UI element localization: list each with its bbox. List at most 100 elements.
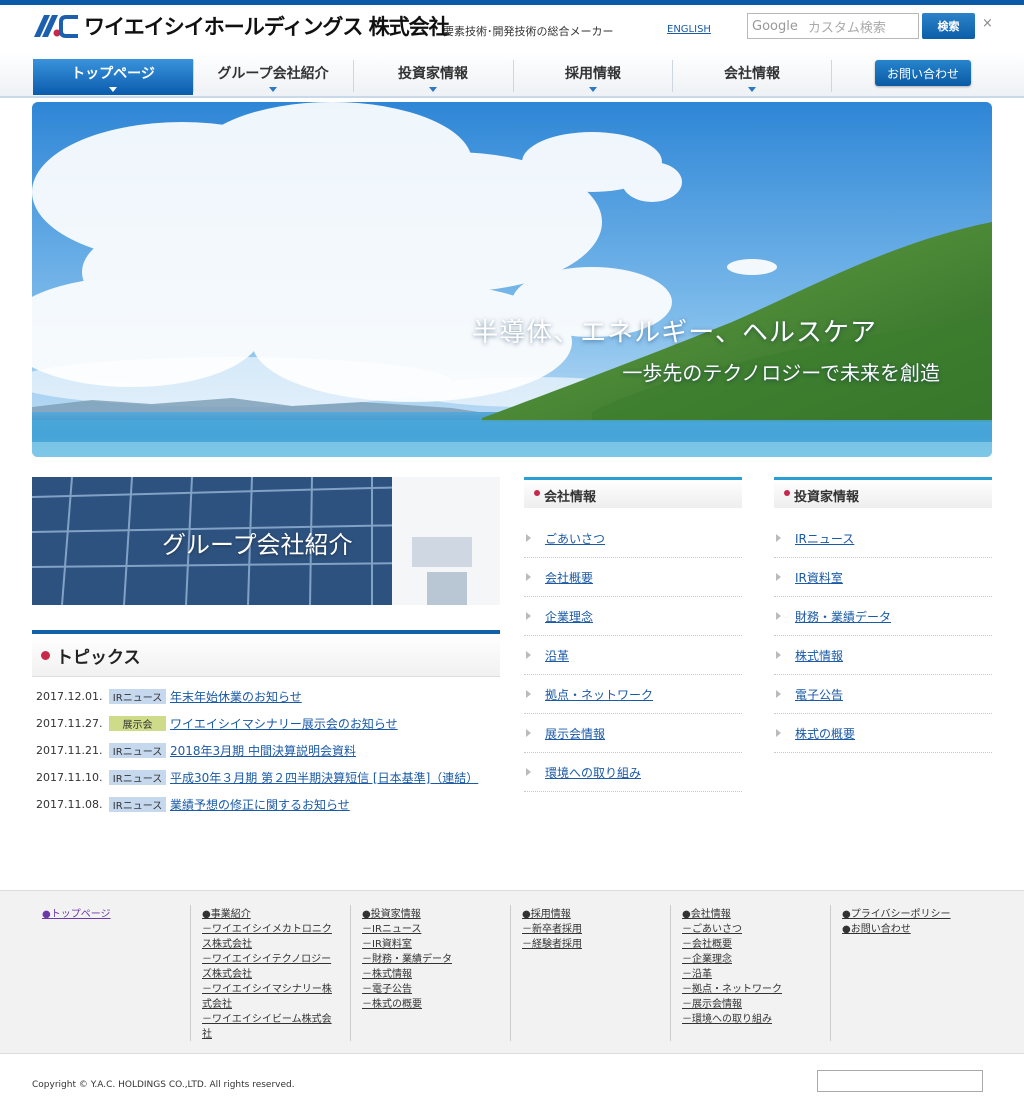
logo-text: ワイエイシイホールディングス 株式会社 (84, 15, 450, 39)
topic-item: 2017.11.08. IRニュース 業績予想の修正に関するお知らせ (36, 796, 350, 812)
close-icon[interactable]: × (982, 16, 993, 31)
company-info-item[interactable]: 拠点・ネットワーク (524, 675, 742, 714)
nav-top-page[interactable]: トップページ (33, 59, 193, 95)
footer-link[interactable]: －ワイエイシイメカトロニクス株式会社 (202, 922, 340, 952)
investor-info-link[interactable]: 電子公告 (795, 686, 843, 703)
triangle-right-icon (526, 534, 531, 542)
topic-date: 2017.11.27. (36, 716, 103, 730)
footer-link[interactable]: ●お問い合わせ (842, 922, 992, 937)
nav-company-info[interactable]: 会社情報 (672, 59, 832, 95)
footer-link[interactable]: －IRニュース (362, 922, 512, 937)
company-info-link[interactable]: 沿革 (545, 647, 569, 664)
nav-investor-info[interactable]: 投資家情報 (353, 59, 513, 95)
footer-link[interactable]: －電子公告 (362, 982, 512, 997)
footer-link[interactable]: －環境への取り組み (682, 1012, 832, 1027)
footer-link[interactable]: －拠点・ネットワーク (682, 982, 832, 997)
footer-link[interactable]: －ワイエイシイビーム株式会社 (202, 1012, 340, 1042)
investor-info-link[interactable]: 株式情報 (795, 647, 843, 664)
bullet-dot-icon (534, 490, 540, 496)
investor-info-item[interactable]: IR資料室 (774, 558, 992, 597)
company-info-item[interactable]: 環境への取り組み (524, 753, 742, 792)
investor-info-item[interactable]: 電子公告 (774, 675, 992, 714)
company-info-item[interactable]: 会社概要 (524, 558, 742, 597)
footer-link[interactable]: ●投資家情報 (362, 907, 512, 922)
google-brand-label: Google (752, 18, 798, 34)
topic-link[interactable]: 平成30年３月期 第２四半期決算短信 [日本基準]（連結） (170, 769, 478, 786)
footer-col-recruit: ●採用情報 －新卒者採用 －経験者採用 (522, 907, 672, 952)
nav-group-companies[interactable]: グループ会社紹介 (193, 59, 353, 95)
investor-info-item[interactable]: 株式情報 (774, 636, 992, 675)
topic-tag: 展示会 (109, 715, 166, 731)
footer-link[interactable]: －財務・業績データ (362, 952, 512, 967)
english-link[interactable]: ENGLISH (667, 24, 711, 35)
footer-link[interactable]: ●トップページ (42, 907, 192, 922)
triangle-right-icon (526, 729, 531, 737)
investor-info-link[interactable]: 株式の概要 (795, 725, 855, 742)
group-companies-banner[interactable]: グループ会社紹介 (32, 477, 500, 605)
site-footer: ●トップページ ●事業紹介 －ワイエイシイメカトロニクス株式会社 －ワイエイシイ… (0, 890, 1024, 1054)
footer-link[interactable]: －経験者採用 (522, 937, 672, 952)
triangle-right-icon (526, 612, 531, 620)
bullet-dot-icon (41, 651, 50, 660)
investor-info-item[interactable]: 株式の概要 (774, 714, 992, 753)
topic-link[interactable]: 業績予想の修正に関するお知らせ (170, 796, 350, 813)
company-info-link[interactable]: 拠点・ネットワーク (545, 686, 653, 703)
investor-info-item[interactable]: IRニュース (774, 519, 992, 558)
investor-info-header: 投資家情報 (774, 477, 992, 508)
nav-recruitment[interactable]: 採用情報 (513, 59, 673, 95)
topic-link[interactable]: 2018年3月期 中間決算説明会資料 (170, 742, 356, 759)
company-logo[interactable]: ワイエイシイホールディングス 株式会社 (32, 12, 450, 40)
footer-link[interactable]: －新卒者採用 (522, 922, 672, 937)
chevron-down-icon (109, 86, 117, 92)
topic-tag: IRニュース (109, 796, 166, 812)
triangle-right-icon (776, 612, 781, 620)
footer-link[interactable]: ●プライバシーポリシー (842, 907, 992, 922)
footer-text-field[interactable] (817, 1070, 983, 1092)
company-info-link[interactable]: 展示会情報 (545, 725, 605, 742)
footer-link[interactable]: －沿革 (682, 967, 832, 982)
search-button[interactable]: 検索 (922, 13, 975, 39)
company-info-item[interactable]: 展示会情報 (524, 714, 742, 753)
company-info-link[interactable]: 会社概要 (545, 569, 593, 586)
footer-link[interactable]: －IR資料室 (362, 937, 512, 952)
search-input[interactable]: Google カスタム検索 (747, 13, 919, 39)
investor-info-title: 投資家情報 (794, 490, 860, 505)
yac-logo-mark (32, 13, 80, 39)
footer-link[interactable]: －ワイエイシイテクノロジーズ株式会社 (202, 952, 340, 982)
company-info-link[interactable]: 環境への取り組み (545, 764, 641, 781)
footer-link[interactable]: －展示会情報 (682, 997, 832, 1012)
company-tagline: 要素技術･開発技術の総合メーカー (443, 25, 614, 38)
investor-info-link[interactable]: IRニュース (795, 530, 854, 547)
footer-link[interactable]: －ワイエイシイマシナリー株式会社 (202, 982, 340, 1012)
footer-link[interactable]: －ごあいさつ (682, 922, 832, 937)
company-info-item[interactable]: 沿革 (524, 636, 742, 675)
company-info-link[interactable]: 企業理念 (545, 608, 593, 625)
company-info-item[interactable]: ごあいさつ (524, 519, 742, 558)
investor-info-link[interactable]: 財務・業績データ (795, 608, 891, 625)
footer-link[interactable]: ●会社情報 (682, 907, 832, 922)
contact-button[interactable]: お問い合わせ (875, 60, 971, 86)
footer-link[interactable]: ●採用情報 (522, 907, 672, 922)
nav-label: 会社情報 (724, 65, 780, 82)
nav-divider (831, 60, 832, 92)
triangle-right-icon (776, 534, 781, 542)
topic-tag: IRニュース (109, 688, 166, 704)
footer-divider (670, 905, 671, 1041)
footer-link[interactable]: －株式情報 (362, 967, 512, 982)
footer-link[interactable]: －企業理念 (682, 952, 832, 967)
investor-info-item[interactable]: 財務・業績データ (774, 597, 992, 636)
investor-info-link[interactable]: IR資料室 (795, 569, 843, 586)
topic-link[interactable]: ワイエイシイマシナリー展示会のお知らせ (170, 715, 398, 732)
footer-link[interactable]: －会社概要 (682, 937, 832, 952)
footer-col-company: ●会社情報 －ごあいさつ －会社概要 －企業理念 －沿革 －拠点・ネットワーク … (682, 907, 832, 1027)
footer-link[interactable]: －株式の概要 (362, 997, 512, 1012)
footer-link[interactable]: ●事業紹介 (202, 907, 340, 922)
chevron-down-icon (589, 86, 597, 92)
nav-label: 投資家情報 (398, 65, 468, 82)
hero-headline: 半導体、エネルギー、ヘルスケア (472, 318, 877, 348)
company-info-item[interactable]: 企業理念 (524, 597, 742, 636)
search-placeholder: カスタム検索 (807, 20, 886, 36)
topic-link[interactable]: 年末年始休業のお知らせ (170, 688, 302, 705)
company-info-link[interactable]: ごあいさつ (545, 530, 605, 547)
footer-divider (510, 905, 511, 1041)
